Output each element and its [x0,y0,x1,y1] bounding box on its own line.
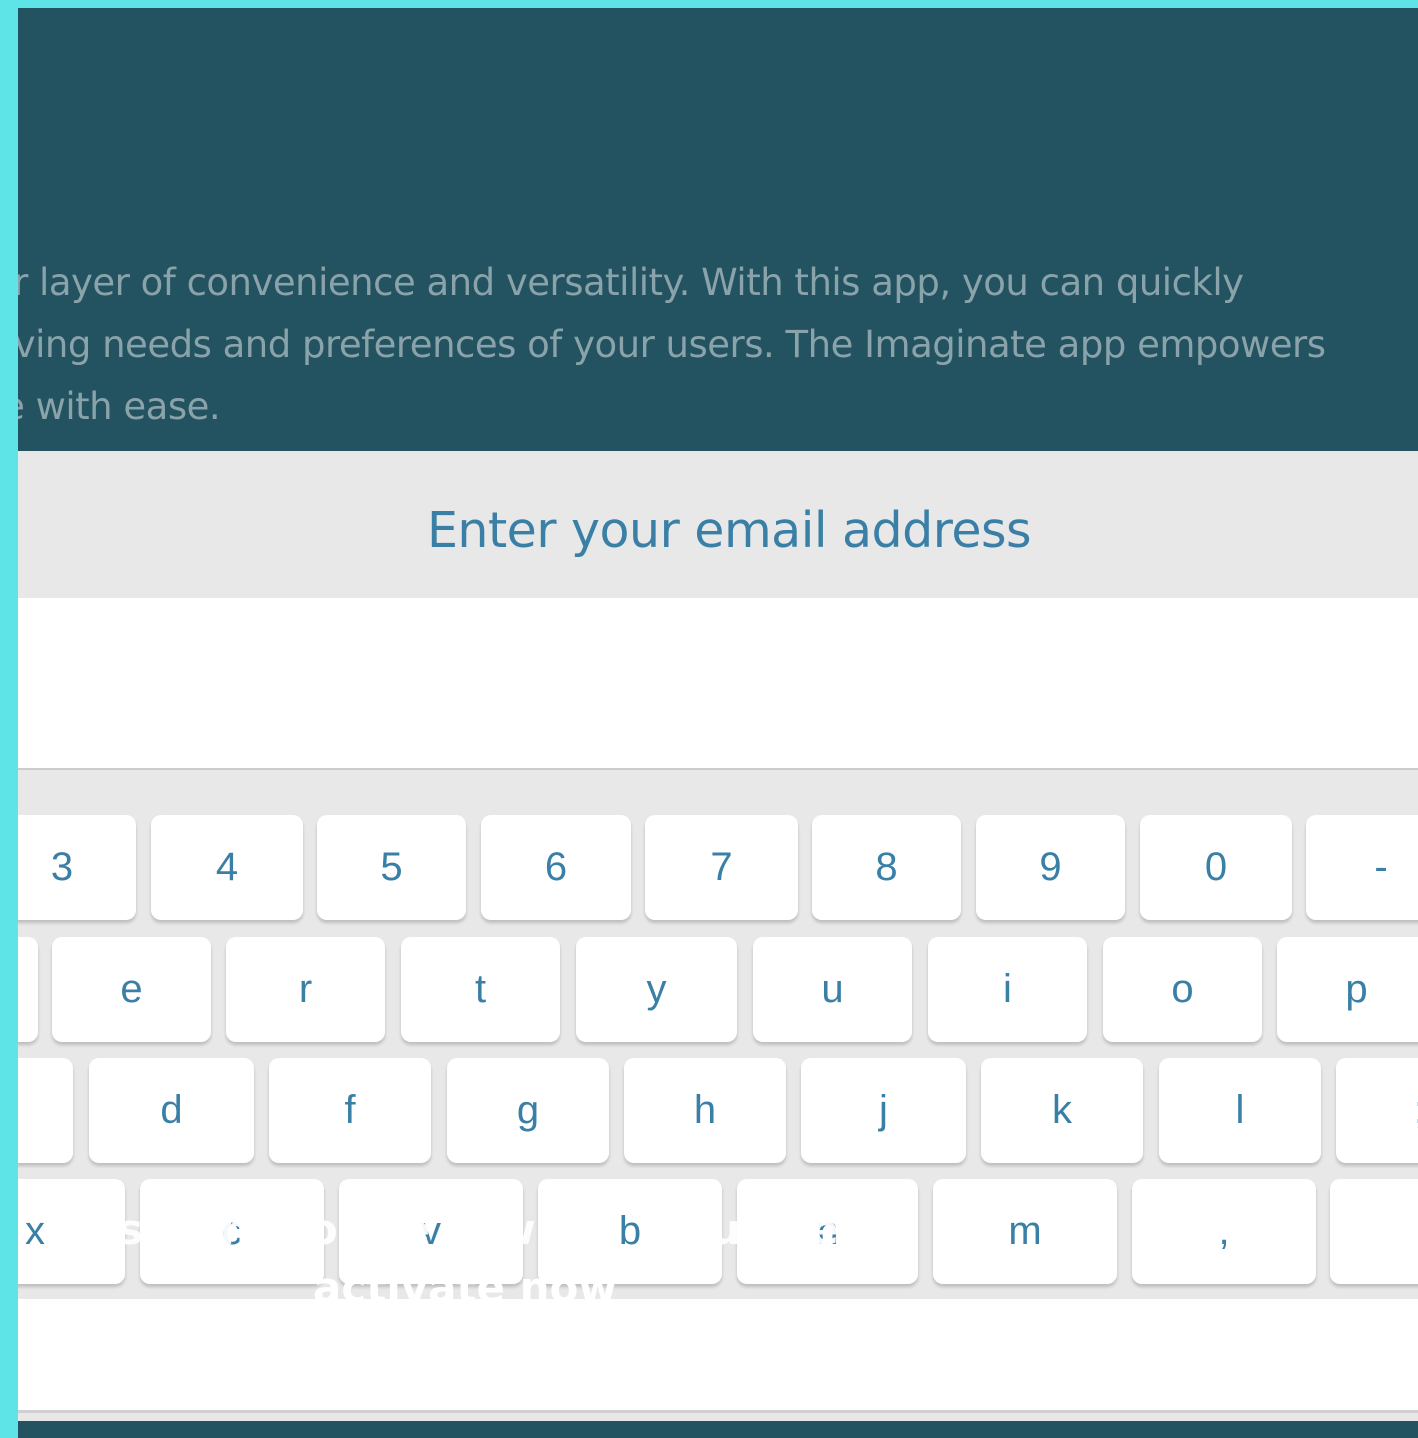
key-d[interactable]: d [89,1058,254,1163]
email-prompt: Enter your email address [426,502,1032,559]
key-period[interactable]: . [1330,1179,1418,1284]
hero-line: ptt to the evolving needs and preference… [18,323,1326,366]
key-k[interactable]: k [981,1058,1143,1163]
hero-line: ble experience with ease. [18,385,221,428]
key-minus[interactable]: - [1306,815,1418,920]
key-l[interactable]: l [1159,1058,1321,1163]
key-8[interactable]: 8 [812,815,961,920]
key-m[interactable]: m [933,1179,1117,1284]
key-j[interactable]: j [801,1058,966,1163]
email-field[interactable] [18,598,1418,770]
key-5[interactable]: 5 [317,815,466,920]
key-t[interactable]: t [401,937,560,1042]
hero-description: ovides another layer of convenience and … [18,252,1418,438]
key-f[interactable]: f [269,1058,431,1163]
activate-overlay[interactable]: scan to see web source activate now [118,1204,839,1324]
key-4[interactable]: 4 [151,815,303,920]
key-h[interactable]: h [624,1058,786,1163]
activate-now-link[interactable]: activate now [313,1262,617,1314]
key-s[interactable] [18,1058,73,1163]
key-3[interactable]: 3 [18,815,136,920]
kiosk-screen: ovides another layer of convenience and … [18,8,1418,1438]
key-p[interactable]: p [1277,937,1418,1042]
key-u[interactable]: u [753,937,912,1042]
hero-panel: ovides another layer of convenience and … [18,8,1418,451]
key-r[interactable]: r [226,937,385,1042]
key-0[interactable]: 0 [1140,815,1292,920]
key-6[interactable]: 6 [481,815,631,920]
key-x[interactable]: x [18,1179,125,1284]
key-e[interactable]: e [52,937,211,1042]
key-o[interactable]: o [1103,937,1262,1042]
key-y[interactable]: y [576,937,737,1042]
footer-bar [18,1421,1418,1438]
key-comma[interactable]: , [1132,1179,1316,1284]
hero-line: ovides another layer of convenience and … [18,261,1244,304]
key-7[interactable]: 7 [645,815,798,920]
key-i[interactable]: i [928,937,1087,1042]
cta-headline: scan to see web source [118,1205,847,1254]
key-9[interactable]: 9 [976,815,1125,920]
key-semicolon[interactable]: ; [1336,1058,1418,1163]
key-g[interactable]: g [447,1058,609,1163]
key-w[interactable] [18,937,38,1042]
